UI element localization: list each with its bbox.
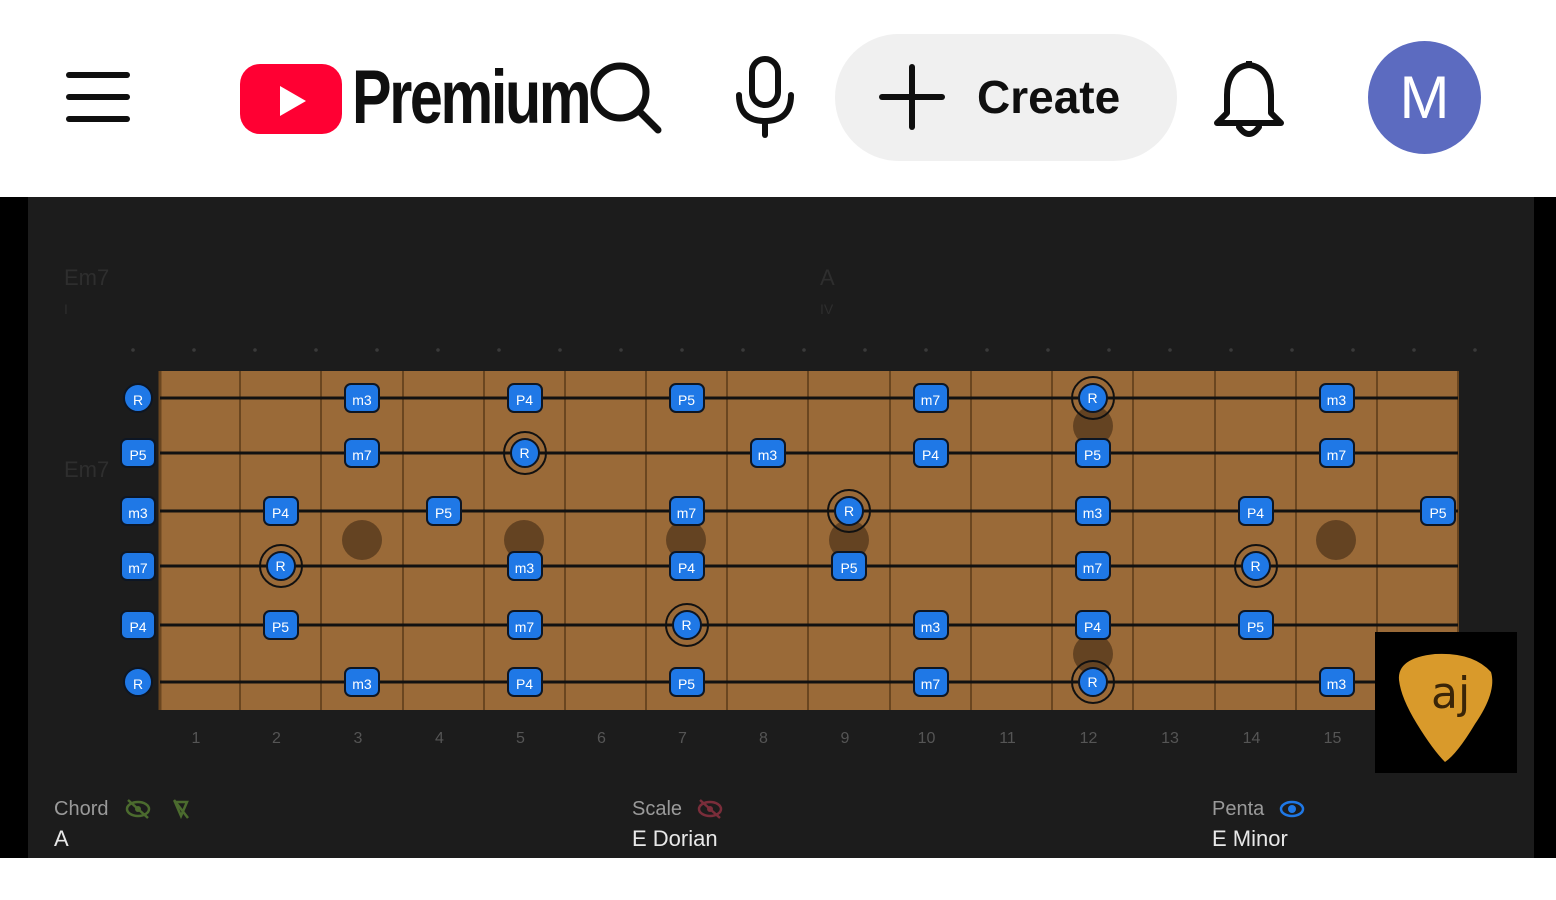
open-string-note: R <box>123 667 153 697</box>
note-marker: m3 <box>344 667 380 697</box>
fret-number: 14 <box>1242 730 1261 747</box>
root-note-marker: R <box>827 489 871 533</box>
note-marker: P5 <box>1237 610 1274 640</box>
note-marker: m3 <box>506 551 543 581</box>
create-label: Create <box>977 71 1121 123</box>
chord-top-left-numeral: I <box>64 301 68 317</box>
search-icon[interactable] <box>588 58 664 138</box>
note-marker: P5 <box>425 496 462 526</box>
fret-number: 2 <box>272 730 281 747</box>
note-marker: P5 <box>831 551 867 581</box>
scale-value: E Dorian <box>632 826 718 851</box>
note-marker: P5 <box>262 610 299 640</box>
note-marker: m7 <box>344 438 380 468</box>
chord-top-mid-numeral: IV <box>820 301 834 317</box>
fret-number: 5 <box>516 730 525 747</box>
fret-number: 1 <box>191 730 201 747</box>
chord-side: Em7 <box>64 457 110 482</box>
fret-number: 7 <box>678 730 687 747</box>
channel-logo: aj <box>1375 632 1517 773</box>
fret-number: 12 <box>1079 730 1098 747</box>
note-marker: m3 <box>344 383 380 413</box>
note-marker: m7 <box>506 610 543 640</box>
chord-value: A <box>54 826 69 851</box>
note-marker: m7 <box>912 383 949 413</box>
note-marker: P4 <box>506 383 543 413</box>
note-marker: P5 <box>668 383 705 413</box>
note-marker: P5 <box>1420 496 1456 526</box>
note-marker: P4 <box>912 438 949 468</box>
note-marker: P5 <box>668 667 705 697</box>
fret-number: 3 <box>353 730 363 747</box>
scale-label: Scale <box>632 798 683 820</box>
note-label: R <box>1240 551 1271 581</box>
avatar[interactable]: M <box>1368 41 1481 154</box>
create-button[interactable]: Create <box>835 34 1177 161</box>
note-marker: P4 <box>668 551 705 581</box>
note-marker: P5 <box>1074 438 1111 468</box>
open-string-note: P4 <box>120 610 156 640</box>
note-marker: m7 <box>668 496 705 526</box>
fret-number: 13 <box>1161 730 1179 747</box>
note-marker: m3 <box>1318 667 1355 697</box>
chord-label: Chord <box>54 798 109 820</box>
note-marker: m3 <box>749 438 786 468</box>
root-note-marker: R <box>258 544 303 588</box>
chord-top-mid: A <box>820 265 835 290</box>
open-string-note: P5 <box>120 438 156 468</box>
note-marker: m3 <box>912 610 949 640</box>
root-note-marker: R <box>1070 660 1115 704</box>
penta-eye-icon[interactable] <box>1278 798 1306 820</box>
note-marker: P4 <box>1237 496 1274 526</box>
menu-icon[interactable] <box>60 66 136 128</box>
youtube-premium-logo[interactable]: Premium <box>240 55 600 140</box>
chord-pick-off-icon[interactable] <box>170 798 192 820</box>
fret-number: 8 <box>759 730 768 747</box>
plus-icon <box>879 64 945 130</box>
note-label: R <box>834 496 864 526</box>
note-label: R <box>265 551 296 581</box>
penta-label: Penta <box>1212 798 1265 820</box>
chord-eye-off-icon[interactable] <box>124 798 152 820</box>
fret-number: 15 <box>1323 730 1342 747</box>
note-marker: m7 <box>912 667 949 697</box>
note-label: R <box>509 438 540 468</box>
open-string-note: m3 <box>120 496 156 526</box>
fret-number: 6 <box>597 730 606 747</box>
fret-number: 11 <box>999 730 1016 747</box>
root-note-marker: R <box>1070 376 1115 420</box>
top-app-bar: Premium Create M <box>0 0 1556 197</box>
note-label: R <box>1077 667 1108 697</box>
fret-number: 4 <box>435 730 444 747</box>
youtube-logo-icon <box>240 64 342 134</box>
note-marker: P4 <box>262 496 299 526</box>
note-marker: m7 <box>1318 438 1355 468</box>
penta-value: E Minor <box>1212 826 1288 851</box>
note-label: R <box>1077 383 1108 413</box>
mic-icon[interactable] <box>725 55 805 139</box>
note-marker: P4 <box>506 667 543 697</box>
note-marker: P4 <box>1074 610 1111 640</box>
channel-logo-text: aj <box>1431 668 1471 719</box>
fret-number: 9 <box>840 730 850 747</box>
open-string-note: m7 <box>120 551 156 581</box>
chord-top-left: Em7 <box>64 265 110 290</box>
fretboard <box>160 371 1458 710</box>
fret-number: 10 <box>917 730 936 747</box>
open-string-note: R <box>123 383 153 413</box>
bell-icon[interactable] <box>1205 55 1293 141</box>
below-video-area <box>0 858 1556 900</box>
scale-eye-off-icon[interactable] <box>696 798 724 820</box>
logo-text: Premium <box>352 55 592 140</box>
note-marker: m3 <box>1318 383 1355 413</box>
root-note-marker: R <box>1233 544 1278 588</box>
note-marker: m7 <box>1074 551 1111 581</box>
root-note-marker: R <box>664 603 709 647</box>
note-label: R <box>671 610 702 640</box>
note-marker: m3 <box>1074 496 1111 526</box>
root-note-marker: R <box>502 431 547 475</box>
